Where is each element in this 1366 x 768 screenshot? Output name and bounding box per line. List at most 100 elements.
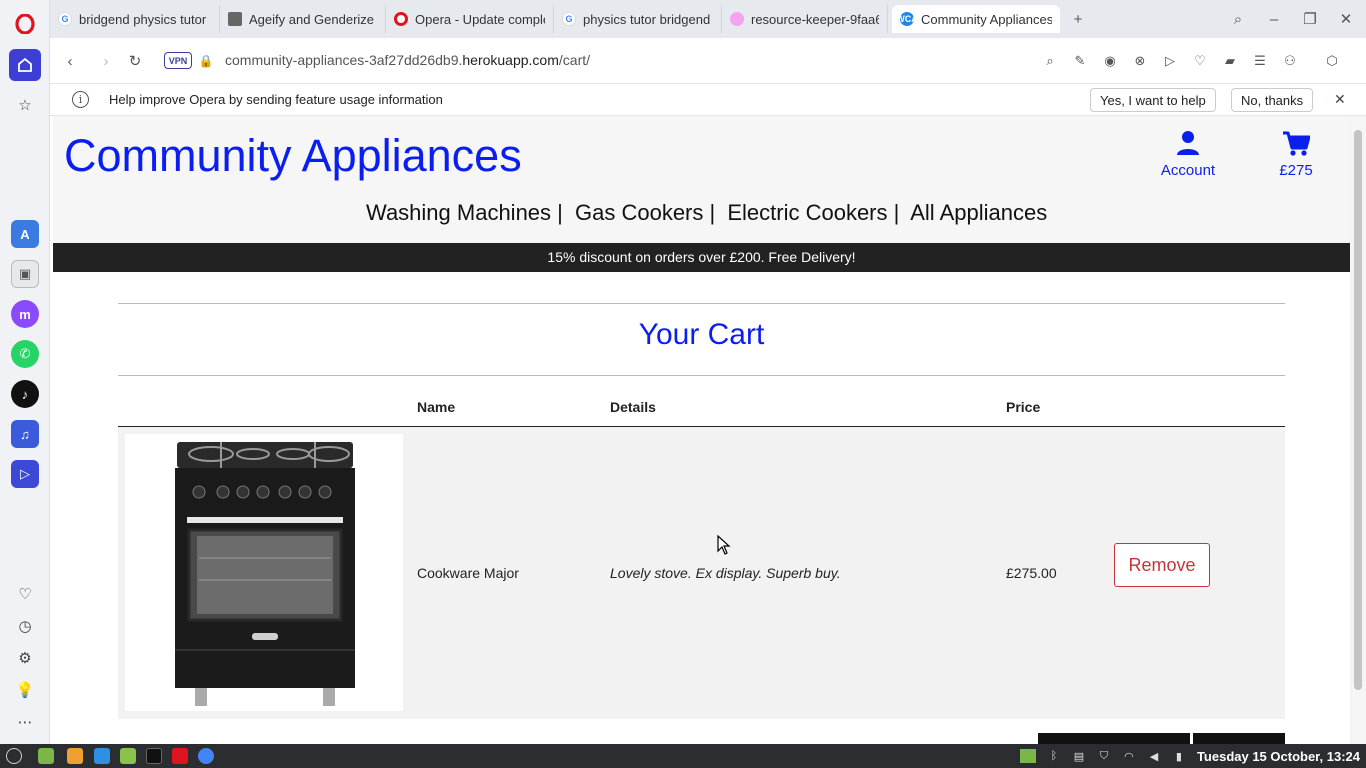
clock[interactable]: Tuesday 15 October, 13:24: [1197, 749, 1366, 764]
close-icon[interactable]: ✕: [1334, 91, 1346, 108]
files-icon[interactable]: [120, 748, 136, 764]
remove-button[interactable]: Remove: [1114, 543, 1210, 587]
minimize-icon[interactable]: –: [1263, 8, 1285, 30]
vpn-badge[interactable]: VPN: [164, 52, 192, 69]
info-message: Help improve Opera by sending feature us…: [109, 92, 443, 107]
cooker-image: [175, 442, 355, 706]
star-icon[interactable]: ☆: [13, 93, 37, 117]
column-header-details: Details: [610, 399, 656, 415]
new-tab-icon[interactable]: +: [1067, 8, 1089, 30]
home-icon[interactable]: [9, 49, 41, 81]
restore-icon[interactable]: ❐: [1299, 8, 1321, 30]
opera-taskbar-icon[interactable]: [172, 748, 188, 764]
shop-button[interactable]: [1193, 733, 1285, 744]
camera-icon[interactable]: ◉: [1100, 51, 1120, 71]
forward-icon[interactable]: ›: [95, 50, 117, 72]
aria-app-icon[interactable]: A: [11, 220, 39, 248]
tab-title: physics tutor bridgend: [583, 11, 711, 27]
messenger-icon[interactable]: m: [11, 300, 39, 328]
tab-3[interactable]: Opera - Update comple: [386, 5, 554, 33]
promo-banner: 15% discount on orders over £200. Free D…: [53, 243, 1350, 272]
whatsapp-icon[interactable]: ✆: [11, 340, 39, 368]
tiktok-icon[interactable]: ♪: [11, 380, 39, 408]
clipboard-icon[interactable]: ▤: [1072, 749, 1086, 763]
adblock-icon[interactable]: ⊗: [1130, 51, 1150, 71]
site-title[interactable]: Community Appliances: [64, 130, 522, 182]
item-price: £275.00: [1006, 565, 1057, 581]
extensions-icon[interactable]: ⬡: [1322, 51, 1342, 71]
bluetooth-icon[interactable]: ᛒ: [1047, 749, 1061, 763]
item-name: Cookware Major: [417, 565, 519, 581]
info-icon: i: [72, 91, 89, 108]
music-player-icon[interactable]: ♫: [11, 420, 39, 448]
nav-electric-cookers[interactable]: Electric Cookers |: [727, 200, 899, 225]
tab-2[interactable]: Ageify and Genderize a: [220, 5, 386, 33]
no-thanks-button[interactable]: No, thanks: [1231, 88, 1314, 112]
url-path: /cart/: [558, 52, 591, 68]
user-icon: [1177, 131, 1199, 155]
mouse-cursor-icon: [717, 535, 731, 555]
close-window-icon[interactable]: ✕: [1335, 8, 1357, 30]
volume-icon[interactable]: ◀: [1147, 749, 1161, 763]
player-icon[interactable]: ▷: [11, 460, 39, 488]
favorite-icon[interactable]: ♡: [1190, 51, 1210, 71]
battery-icon[interactable]: ▮: [1172, 749, 1186, 763]
nav-washing-machines[interactable]: Washing Machines |: [366, 200, 563, 225]
more-icon[interactable]: ⋯: [13, 710, 37, 734]
tab-5[interactable]: resource-keeper-9faa6: [722, 5, 888, 33]
nav-gas-cookers[interactable]: Gas Cookers |: [575, 200, 715, 225]
page-scrollbar[interactable]: [1350, 116, 1366, 744]
ca-icon: WCA: [896, 12, 918, 26]
wifi-icon[interactable]: ◠: [1122, 749, 1136, 763]
terminal-icon[interactable]: [146, 748, 162, 764]
tab-title: Opera - Update comple: [415, 11, 545, 27]
tab-1[interactable]: G bridgend physics tutor: [50, 5, 220, 33]
profile-icon[interactable]: ⚇: [1280, 51, 1300, 71]
main-nav: Washing Machines | Gas Cookers | Electri…: [366, 200, 1053, 226]
opera-info-bar: i Help improve Opera by sending feature …: [50, 84, 1366, 116]
back-icon[interactable]: ‹: [59, 50, 81, 72]
search-tabs-icon[interactable]: ⌕: [1227, 8, 1249, 30]
system-taskbar: ᛒ ▤ ⛉ ◠ ◀ ▮ Tuesday 15 October, 13:24: [0, 744, 1366, 768]
nav-all-appliances[interactable]: All Appliances: [910, 200, 1047, 225]
lightbulb-icon[interactable]: 💡: [13, 678, 37, 702]
cart-link[interactable]: £275: [1275, 128, 1317, 179]
vscode-icon[interactable]: [94, 748, 110, 764]
shield-icon[interactable]: ⛉: [1097, 749, 1111, 763]
settings-icon[interactable]: ⚙: [13, 646, 37, 670]
product-image[interactable]: [125, 434, 403, 711]
tab-4[interactable]: G physics tutor bridgend: [554, 5, 722, 33]
heart-icon[interactable]: ♡: [13, 582, 37, 606]
easy-setup-icon[interactable]: ☰: [1250, 51, 1270, 71]
column-header-price: Price: [1006, 399, 1041, 415]
url-field[interactable]: community-appliances-3af27dd26db9.heroku…: [225, 52, 590, 68]
scrollbar-thumb[interactable]: [1354, 130, 1362, 690]
divider: [118, 375, 1285, 376]
account-label: Account: [1160, 162, 1216, 179]
workspace-icon[interactable]: [1019, 749, 1036, 763]
play-icon[interactable]: ▷: [1160, 51, 1180, 71]
secure-checkout-button[interactable]: [1038, 733, 1190, 744]
shopping-cart-icon: [1283, 131, 1310, 156]
column-header-name: Name: [417, 399, 456, 415]
start-menu-icon[interactable]: [6, 748, 22, 764]
yes-help-button[interactable]: Yes, I want to help: [1090, 88, 1216, 112]
google-icon: G: [58, 12, 72, 26]
lock-icon[interactable]: 🔒: [195, 50, 217, 72]
page-search-icon[interactable]: ⌕: [1040, 51, 1060, 71]
address-bar: ‹ › ↻ VPN 🔒 community-appliances-3af27dd…: [50, 38, 1366, 84]
history-icon[interactable]: ◷: [13, 614, 37, 638]
battery-icon[interactable]: ▰: [1220, 51, 1240, 71]
opera-logo-icon[interactable]: [9, 8, 41, 40]
account-link[interactable]: Account: [1157, 128, 1219, 179]
divider: [118, 303, 1285, 304]
edit-icon[interactable]: ✎: [1070, 51, 1090, 71]
shopping-bag-icon[interactable]: ▣: [11, 260, 39, 288]
firefox-icon[interactable]: [67, 748, 83, 764]
reload-icon[interactable]: ↻: [124, 50, 146, 72]
desktop-icon[interactable]: [38, 748, 54, 764]
chrome-icon[interactable]: [198, 748, 214, 764]
opera-icon: [394, 12, 408, 26]
item-details: Lovely stove. Ex display. Superb buy.: [610, 565, 841, 581]
tab-6-active[interactable]: WCA Community Appliances: [892, 5, 1060, 33]
